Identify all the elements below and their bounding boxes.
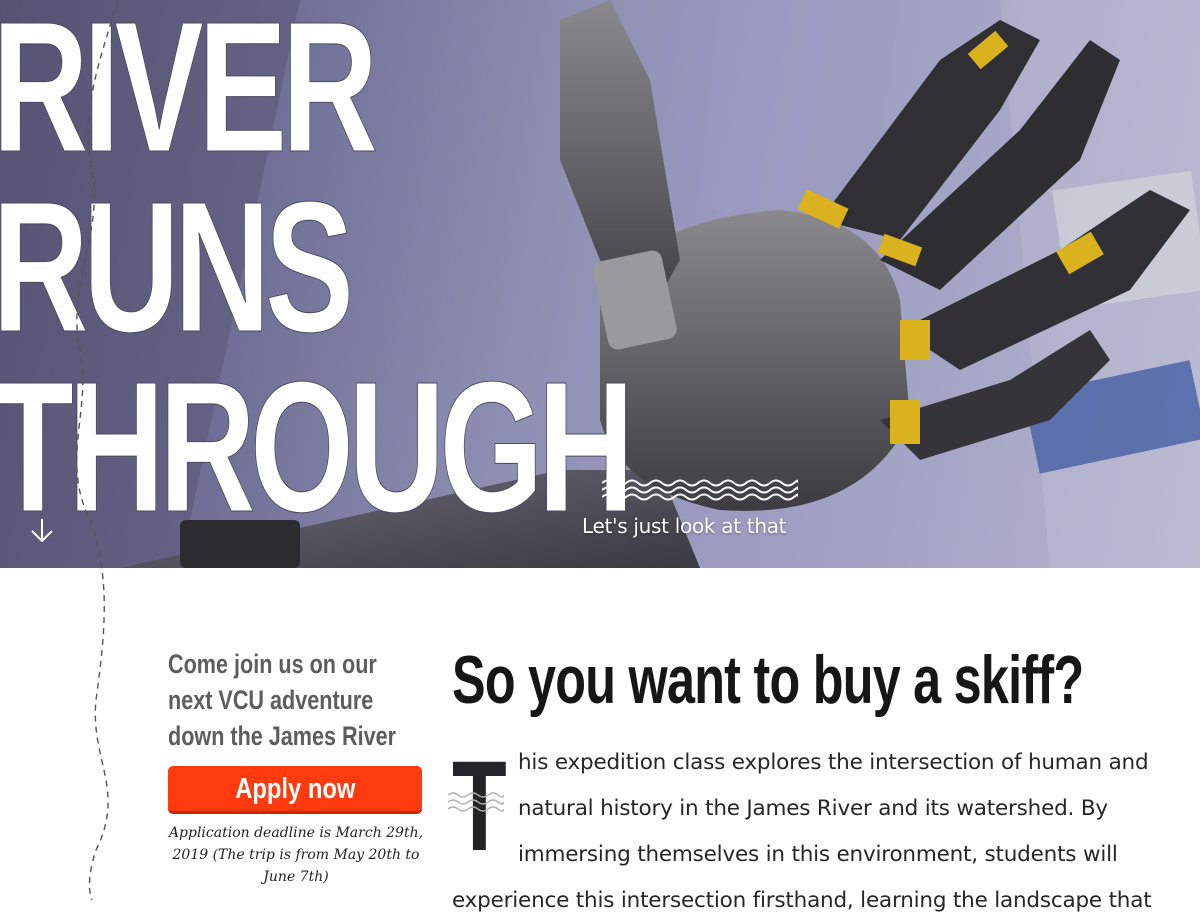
arrow-down-icon[interactable] — [30, 518, 54, 544]
apply-now-button[interactable]: Apply now — [168, 766, 422, 814]
hero-title-line-1: RIVER — [0, 0, 379, 191]
sidebar: Come join us on our next VCU adventure d… — [168, 646, 424, 885]
waves-icon — [602, 479, 798, 501]
hero-banner: RIVER RUNS THROUGH Let's just look at th… — [0, 0, 1200, 568]
sidebar-heading: Come join us on our next VCU adventure d… — [168, 649, 397, 751]
apply-now-label: Apply now — [234, 773, 356, 805]
hero-title: RIVER RUNS THROUGH — [0, 0, 635, 551]
hero-subtitle: Let's just look at that — [582, 514, 787, 538]
main-heading: So you want to buy a skiff? — [452, 642, 1084, 718]
hero-title-line-2: RUNS — [0, 164, 355, 371]
intro-paragraph: his expedition class explores the inters… — [452, 740, 1152, 924]
hero-title-line-3: THROUGH — [0, 344, 635, 551]
application-deadline: Application deadline is March 29th, 2019… — [168, 825, 424, 885]
intro-paragraph-text: his expedition class explores the inters… — [452, 750, 1152, 913]
